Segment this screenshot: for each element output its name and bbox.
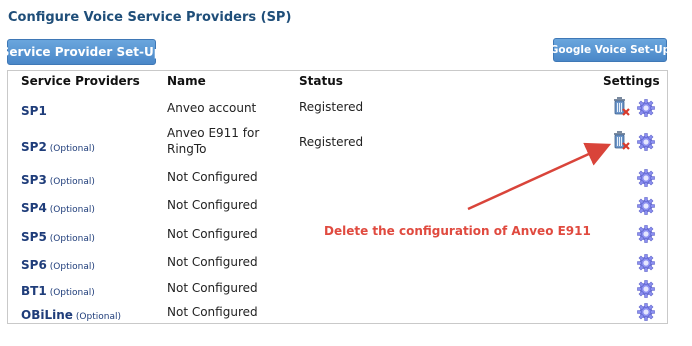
page-title: Configure Voice Service Providers (SP): [8, 10, 292, 25]
sp-label: BT1: [21, 284, 47, 298]
gear-icon[interactable]: [637, 254, 655, 272]
table-row: SP1 Anveo account Registered: [8, 96, 667, 121]
header-service-providers: Service Providers: [21, 74, 140, 88]
header-status: Status: [299, 74, 343, 88]
service-provider-setup-button[interactable]: Service Provider Set-Up: [1, 39, 162, 65]
sp-label: SP2: [21, 140, 47, 154]
sp-name-value: Anveo E911 for RingTo: [167, 126, 260, 156]
optional-label: (Optional): [49, 262, 95, 272]
table-row: OBiLine (Optional) Not Configured: [8, 303, 667, 323]
table-row: SP4 (Optional) Not Configured: [8, 196, 667, 218]
google-voice-setup-button[interactable]: Google Voice Set-Up: [550, 38, 670, 62]
table-header: Service Providers Name Status Settings: [8, 71, 667, 92]
gear-icon[interactable]: [637, 133, 655, 151]
optional-label: (Optional): [75, 312, 121, 322]
sp-label: SP3: [21, 173, 47, 187]
sp-label: SP6: [21, 258, 47, 272]
sp-name-value: Not Configured: [167, 281, 258, 295]
gear-icon[interactable]: [637, 169, 655, 187]
gear-icon[interactable]: [637, 99, 655, 117]
sp-label: SP5: [21, 230, 47, 244]
trash-delete-icon[interactable]: [612, 130, 630, 150]
table-row: SP2 (Optional) Anveo E911 for RingTo Regi…: [8, 124, 667, 160]
table-row: SP3 (Optional) Not Configured: [8, 168, 667, 190]
annotation-text: Delete the configuration of Anveo E911: [324, 224, 591, 238]
sp-status-value: Registered: [299, 100, 364, 114]
sp-label: SP4: [21, 201, 47, 215]
sp-name-value: Anveo account: [167, 101, 257, 115]
table-row: BT1 (Optional) Not Configured: [8, 279, 667, 301]
optional-label: (Optional): [49, 177, 95, 187]
sp-name-value: Not Configured: [167, 255, 258, 269]
header-name: Name: [167, 74, 206, 88]
optional-label: (Optional): [49, 205, 95, 215]
sp-label: OBiLine: [21, 308, 73, 322]
sp-name-value: Not Configured: [167, 170, 258, 184]
gear-icon[interactable]: [637, 225, 655, 243]
gear-icon[interactable]: [637, 280, 655, 298]
sp-name-value: Not Configured: [167, 198, 258, 212]
gear-icon[interactable]: [637, 303, 655, 321]
sp-label: SP1: [21, 104, 47, 118]
header-settings: Settings: [603, 74, 660, 88]
gear-icon[interactable]: [637, 197, 655, 215]
sp-name-value: Not Configured: [167, 305, 258, 319]
service-providers-table: Service Providers Name Status Settings S…: [7, 70, 668, 324]
optional-label: (Optional): [49, 234, 95, 244]
trash-delete-icon[interactable]: [612, 96, 630, 116]
sp-name-value: Not Configured: [167, 227, 258, 241]
optional-label: (Optional): [49, 288, 95, 298]
optional-label: (Optional): [49, 144, 95, 154]
sp-status-value: Registered: [299, 135, 364, 149]
table-row: SP6 (Optional) Not Configured: [8, 253, 667, 275]
